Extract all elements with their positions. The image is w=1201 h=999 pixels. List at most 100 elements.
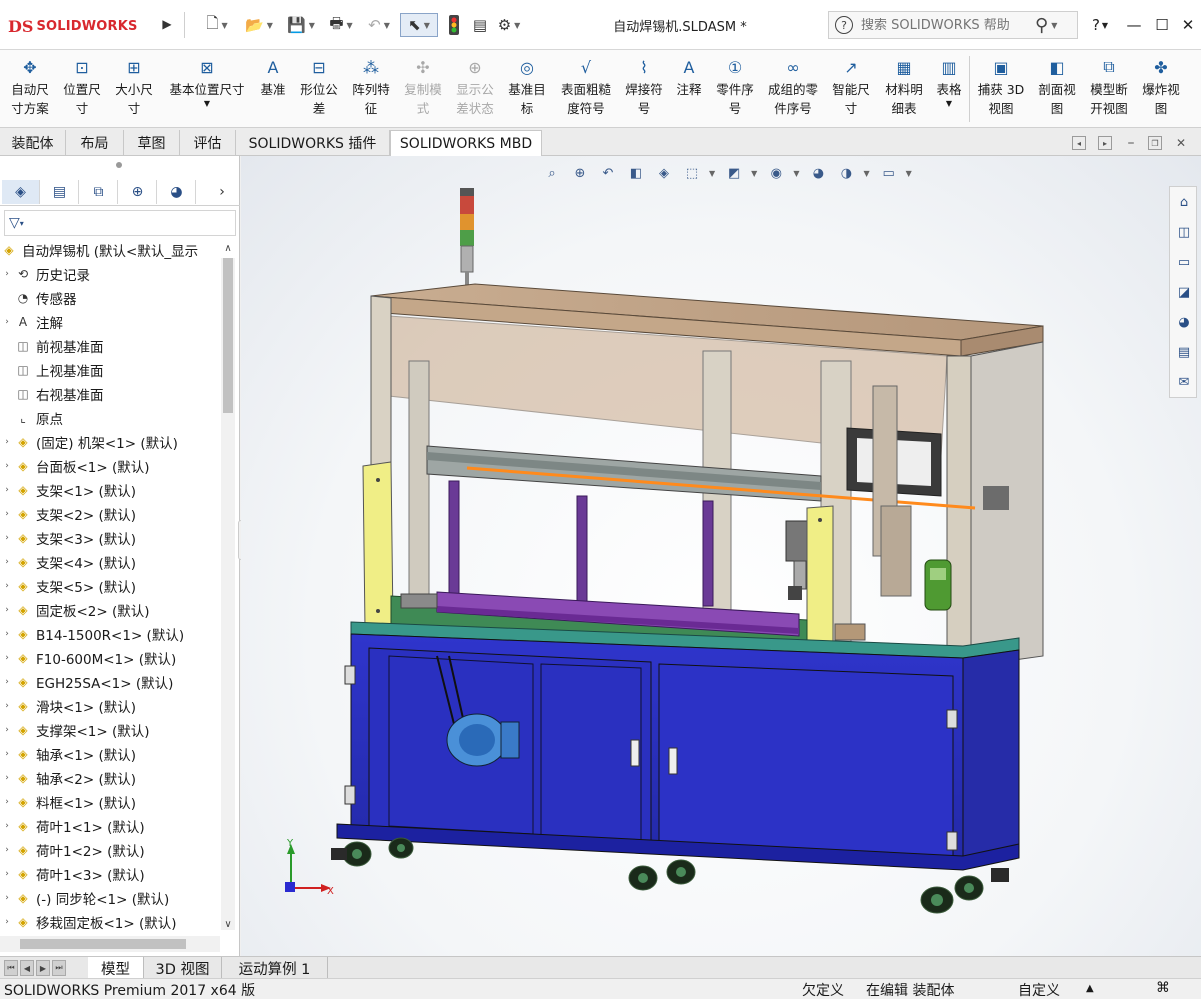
- tree-item-component[interactable]: › ◈ 支架<4> (默认): [0, 550, 220, 574]
- unit-system[interactable]: 自定义: [1018, 980, 1060, 999]
- expand-arrow-icon[interactable]: ›: [0, 461, 14, 471]
- display-manager-icon[interactable]: ◕: [158, 180, 196, 204]
- bom-button[interactable]: ▦ 材料明 细表: [878, 54, 930, 124]
- solidworks-logo[interactable]: DS SOLIDWORKS: [8, 10, 156, 42]
- menu-expand-arrow-icon[interactable]: ▶: [160, 14, 174, 34]
- file-properties-icon[interactable]: ▤: [470, 13, 490, 37]
- tree-item-front-plane[interactable]: ◫ 前视基准面: [0, 334, 220, 358]
- configuration-manager-icon[interactable]: ⧉: [80, 180, 118, 204]
- show-tolerance-status-button[interactable]: ⊕ 显示公 差状态: [450, 54, 500, 124]
- viewport-maximize-icon[interactable]: ❐: [1148, 136, 1162, 150]
- quick-tips-icon[interactable]: ⌘: [1156, 980, 1170, 996]
- tree-item-component[interactable]: › ◈ 轴承<2> (默认): [0, 766, 220, 790]
- cabinet-door[interactable]: [658, 663, 954, 857]
- search-icon[interactable]: ⚲: [1035, 15, 1048, 36]
- open-icon[interactable]: 📂 ▼: [244, 13, 274, 37]
- tree-item-component[interactable]: › ◈ B14-1500R<1> (默认): [0, 622, 220, 646]
- tree-item-component[interactable]: › ◈ 移栽固定板<1> (默认): [0, 910, 220, 934]
- tree-item-component[interactable]: › ◈ (固定) 机架<1> (默认): [0, 430, 220, 454]
- tree-item-history[interactable]: › ⟲ 历史记录: [0, 262, 220, 286]
- maximize-button[interactable]: ☐: [1150, 13, 1174, 37]
- forum-icon[interactable]: ✉: [1173, 371, 1195, 393]
- expand-arrow-icon[interactable]: ›: [0, 629, 14, 639]
- expand-arrow-icon[interactable]: ›: [0, 773, 14, 783]
- geometric-tolerance-button[interactable]: ⊟ 形位公 差: [294, 54, 344, 124]
- handheld-controller[interactable]: [924, 559, 952, 611]
- tree-item-component[interactable]: › ◈ 台面板<1> (默认): [0, 454, 220, 478]
- tab-3d-view[interactable]: 3D 视图: [144, 957, 222, 979]
- tree-item-component[interactable]: › ◈ 荷叶1<1> (默认): [0, 814, 220, 838]
- view-palette-icon[interactable]: ◪: [1173, 281, 1195, 303]
- tree-horizontal-scrollbar[interactable]: [0, 936, 220, 952]
- save-icon[interactable]: 💾 ▼: [286, 13, 316, 37]
- signal-tower[interactable]: [460, 188, 474, 288]
- design-library-icon[interactable]: ◫: [1173, 221, 1195, 243]
- close-button[interactable]: ✕: [1176, 13, 1200, 37]
- expand-arrow-icon[interactable]: ›: [0, 797, 14, 807]
- rebuild-icon[interactable]: [446, 13, 462, 37]
- tab-layout[interactable]: 布局: [66, 130, 124, 156]
- last-tab-icon[interactable]: ⏭: [52, 960, 66, 976]
- tree-root[interactable]: ◈ 自动焊锡机 (默认<默认_显示: [0, 238, 220, 262]
- tree-item-component[interactable]: › ◈ 支架<3> (默认): [0, 526, 220, 550]
- basic-location-dimension-button[interactable]: ⊠ 基本位置尺寸 ▼: [162, 54, 252, 124]
- expand-arrow-icon[interactable]: ›: [0, 605, 14, 615]
- expand-arrow-icon[interactable]: ›: [0, 653, 14, 663]
- print-icon[interactable]: 🖶 ▼: [326, 13, 356, 37]
- custom-properties-icon[interactable]: ▤: [1173, 341, 1195, 363]
- property-manager-icon[interactable]: ▤: [41, 180, 79, 204]
- section-view-button[interactable]: ◧ 剖面视 图: [1032, 54, 1082, 124]
- prev-tab-icon[interactable]: ◀: [20, 960, 34, 976]
- dimxpert-icon[interactable]: ⊕: [119, 180, 157, 204]
- scrollbar-thumb[interactable]: [20, 939, 186, 949]
- tab-solidworks-addins[interactable]: SOLIDWORKS 插件: [236, 130, 390, 156]
- expand-arrow-icon[interactable]: ›: [0, 701, 14, 711]
- expand-arrow-icon[interactable]: ›: [0, 533, 14, 543]
- viewport-minimize-icon[interactable]: –: [1124, 135, 1138, 151]
- search-input[interactable]: [861, 17, 1031, 33]
- datum-target-button[interactable]: ◎ 基准目 标: [502, 54, 552, 124]
- tab-solidworks-mbd[interactable]: SOLIDWORKS MBD: [390, 130, 542, 156]
- search-dropdown-icon[interactable]: ▼: [1051, 21, 1057, 30]
- expand-arrow-icon[interactable]: ›: [0, 509, 14, 519]
- expand-arrow-icon[interactable]: ›: [0, 677, 14, 687]
- tab-evaluate[interactable]: 评估: [180, 130, 236, 156]
- tree-item-component[interactable]: › ◈ 固定板<2> (默认): [0, 598, 220, 622]
- options-icon[interactable]: ⚙ ▼: [494, 13, 524, 37]
- viewport-restore-right-icon[interactable]: ▸: [1098, 136, 1112, 150]
- viewport-restore-left-icon[interactable]: ◂: [1072, 136, 1086, 150]
- tree-item-component[interactable]: › ◈ 轴承<1> (默认): [0, 742, 220, 766]
- feature-manager-icon[interactable]: ◈: [2, 180, 40, 204]
- expand-arrow-icon[interactable]: ›: [0, 917, 14, 927]
- datum-button[interactable]: A 基准: [254, 54, 292, 124]
- minimize-button[interactable]: —: [1122, 13, 1146, 37]
- tab-model[interactable]: 模型: [88, 957, 144, 979]
- scroll-down-icon[interactable]: ∨: [221, 916, 235, 932]
- tab-assembly[interactable]: 装配体: [0, 130, 66, 156]
- panel-grip[interactable]: [116, 162, 122, 168]
- auto-dimension-scheme-button[interactable]: ✥ 自动尺 寸方案: [4, 54, 56, 124]
- expand-arrow-icon[interactable]: ›: [0, 557, 14, 567]
- viewport-close-icon[interactable]: ✕: [1174, 136, 1188, 150]
- tree-item-component[interactable]: › ◈ F10-600M<1> (默认): [0, 646, 220, 670]
- tab-motion-study[interactable]: 运动算例 1: [222, 957, 328, 979]
- door-latch[interactable]: [630, 739, 640, 767]
- note-button[interactable]: A 注释: [670, 54, 708, 124]
- pattern-feature-button[interactable]: ⁂ 阵列特 征: [346, 54, 396, 124]
- model-break-view-button[interactable]: ⧉ 模型断 开视图: [1084, 54, 1134, 124]
- tree-item-component[interactable]: › ◈ 支架<1> (默认): [0, 478, 220, 502]
- tree-vertical-scrollbar[interactable]: [221, 258, 235, 930]
- tree-item-origin[interactable]: ⌞ 原点: [0, 406, 220, 430]
- expand-arrow-icon[interactable]: ›: [0, 749, 14, 759]
- assembly-model[interactable]: Y X: [241, 156, 1201, 956]
- tree-item-component[interactable]: › ◈ 荷叶1<2> (默认): [0, 838, 220, 862]
- next-tab-icon[interactable]: ▶: [36, 960, 50, 976]
- tree-item-component[interactable]: › ◈ EGH25SA<1> (默认): [0, 670, 220, 694]
- tree-item-component[interactable]: › ◈ 料框<1> (默认): [0, 790, 220, 814]
- expand-arrow-icon[interactable]: ›: [0, 845, 14, 855]
- select-icon[interactable]: ⬉ ▼: [400, 13, 438, 37]
- tree-item-right-plane[interactable]: ◫ 右视基准面: [0, 382, 220, 406]
- file-explorer-icon[interactable]: ▭: [1173, 251, 1195, 273]
- tree-item-top-plane[interactable]: ◫ 上视基准面: [0, 358, 220, 382]
- graphics-area[interactable]: ⌕ ⊕ ↶ ◧ ◈ ⬚ ▼ ◩ ▼ ◉ ▼ ◕ ◑ ▼ ▭ ▼ Y X ⌂ ◫ …: [241, 156, 1201, 956]
